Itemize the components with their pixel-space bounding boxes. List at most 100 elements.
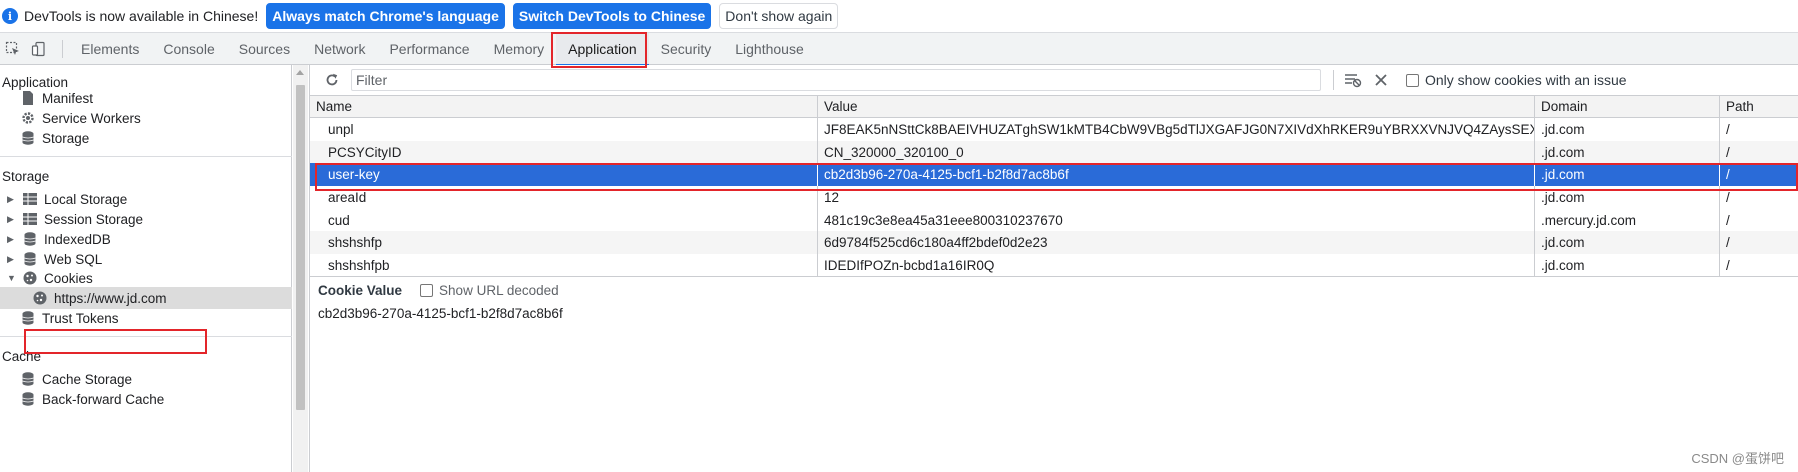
- sidebar-scrollbar[interactable]: [293, 65, 308, 472]
- sidebar-item-back-forward-cache[interactable]: Back-forward Cache: [20, 388, 164, 410]
- database-icon: [20, 371, 36, 387]
- sidebar-item-label: Storage: [42, 130, 90, 146]
- always-match-language-button[interactable]: Always match Chrome's language: [266, 3, 505, 29]
- sidebar-item-cookies[interactable]: ▼ Cookies: [7, 267, 93, 289]
- cookie-path: /: [1726, 121, 1730, 137]
- table-row-selected[interactable]: user-key cb2d3b96-270a-4125-bcf1-b2f8d7a…: [310, 163, 1798, 187]
- cookie-value: CN_320000_320100_0: [818, 140, 1535, 164]
- sidebar-item-manifest[interactable]: Manifest: [20, 87, 93, 109]
- refresh-icon[interactable]: [318, 66, 346, 94]
- table-divider: [310, 276, 1798, 277]
- database-icon: [20, 310, 36, 326]
- sidebar-item-cache-storage[interactable]: Cache Storage: [20, 368, 132, 390]
- cookie-value-header: Cookie Value Show URL decoded: [318, 283, 559, 298]
- table-row[interactable]: shshshfpb IDEDIfPOZn-bcbd1a16IR0Q .jd.co…: [310, 254, 1798, 277]
- cookie-value: JF8EAK5nNSttCk8BAEIVHUZATghSW1kMTB4CbW9V…: [818, 118, 1535, 141]
- show-url-decoded-checkbox[interactable]: [420, 284, 434, 297]
- cookie-icon: [32, 290, 48, 306]
- cookie-path: /: [1726, 144, 1730, 160]
- cookie-name: shshshfpb: [310, 254, 818, 277]
- sidebar-item-service-workers[interactable]: Service Workers: [20, 107, 141, 129]
- application-sidebar: Application Manifest Service Workers Sto…: [0, 65, 292, 472]
- column-header-name[interactable]: Name: [310, 96, 818, 117]
- database-icon: [20, 130, 36, 146]
- column-header-path[interactable]: Path: [1720, 96, 1798, 117]
- sidebar-item-label: Session Storage: [44, 211, 144, 227]
- sidebar-item-local-storage[interactable]: ▶ Local Storage: [7, 188, 127, 210]
- tab-elements[interactable]: Elements: [69, 33, 151, 65]
- only-issue-label: Only show cookies with an issue: [1425, 72, 1627, 88]
- cookie-path: /: [1726, 167, 1730, 183]
- show-url-decoded-label: Show URL decoded: [439, 283, 559, 298]
- tab-security[interactable]: Security: [649, 33, 724, 65]
- cookie-domain: .jd.com: [1535, 140, 1720, 164]
- table-row[interactable]: cud 481c19c3e8ea45a31eee800310237670 .me…: [310, 208, 1798, 232]
- cookie-value: 12: [818, 186, 1535, 209]
- database-icon: [20, 391, 36, 407]
- table-icon: [22, 211, 38, 227]
- filter-input[interactable]: [351, 69, 1321, 91]
- sidebar-item-cookie-origin[interactable]: https://www.jd.com: [32, 287, 167, 309]
- table-row[interactable]: shshshfp 6d9784f525cd6c180a4ff2bdef0d2e2…: [310, 231, 1798, 255]
- section-title-storage: Storage: [2, 169, 50, 184]
- expand-arrow-icon[interactable]: ▶: [7, 194, 17, 205]
- sidebar-item-label: Cache Storage: [42, 371, 133, 387]
- sidebar-item-indexeddb[interactable]: ▶ IndexedDB: [7, 228, 111, 250]
- cookie-domain: .jd.com: [1535, 163, 1720, 187]
- tab-sources[interactable]: Sources: [227, 33, 302, 65]
- section-title-cache: Cache: [2, 349, 42, 364]
- table-row[interactable]: PCSYCityID CN_320000_320100_0 .jd.com /: [310, 140, 1798, 164]
- cookie-path: /: [1726, 257, 1730, 273]
- dont-show-again-button[interactable]: Don't show again: [719, 3, 839, 29]
- switch-to-chinese-button[interactable]: Switch DevTools to Chinese: [512, 3, 712, 29]
- clear-filtered-cookies-icon[interactable]: [1342, 69, 1364, 91]
- cookie-name: shshshfp: [310, 231, 818, 255]
- cookie-name: unpl: [310, 118, 818, 141]
- sidebar-divider: [0, 336, 292, 337]
- database-icon: [22, 251, 38, 267]
- sidebar-item-session-storage[interactable]: ▶ Session Storage: [7, 208, 143, 230]
- sidebar-item-label: Manifest: [42, 90, 94, 106]
- inspect-element-icon[interactable]: [2, 38, 24, 60]
- table-row[interactable]: areaId 12 .jd.com /: [310, 186, 1798, 209]
- cookie-value: 6d9784f525cd6c180a4ff2bdef0d2e23: [818, 231, 1535, 255]
- infobar-message: DevTools is now available in Chinese!: [24, 8, 259, 24]
- tab-lighthouse[interactable]: Lighthouse: [723, 33, 816, 65]
- device-toolbar-icon[interactable]: [28, 38, 50, 60]
- tab-performance[interactable]: Performance: [377, 33, 481, 65]
- expand-arrow-icon[interactable]: ▶: [7, 254, 17, 265]
- sidebar-item-storage[interactable]: Storage: [20, 127, 89, 149]
- table-row[interactable]: unpl JF8EAK5nNSttCk8BAEIVHUZATghSW1kMTB4…: [310, 118, 1798, 141]
- cookie-value: 481c19c3e8ea45a31eee800310237670: [818, 208, 1535, 232]
- sidebar-item-label: Service Workers: [42, 110, 141, 126]
- expand-arrow-icon[interactable]: ▶: [7, 214, 17, 225]
- scroll-up-arrow-icon[interactable]: [296, 70, 304, 75]
- cookie-name: PCSYCityID: [310, 140, 818, 164]
- only-issue-checkbox[interactable]: [1406, 73, 1419, 87]
- column-header-domain[interactable]: Domain: [1535, 96, 1720, 117]
- devtools-tabbar: Elements Console Sources Network Perform…: [0, 32, 1798, 66]
- sidebar-item-label: Back-forward Cache: [42, 391, 165, 407]
- tab-console[interactable]: Console: [151, 33, 226, 65]
- sidebar-item-label: Trust Tokens: [42, 310, 119, 326]
- cookie-value: cb2d3b96-270a-4125-bcf1-b2f8d7ac8b6f: [818, 163, 1535, 187]
- column-header-value[interactable]: Value: [818, 96, 1535, 117]
- toolbar-divider: [1333, 70, 1334, 90]
- document-icon: [20, 90, 36, 106]
- tab-network[interactable]: Network: [302, 33, 377, 65]
- clear-all-cookies-icon[interactable]: [1370, 69, 1392, 91]
- tab-application[interactable]: Application: [556, 32, 649, 66]
- cookie-name: cud: [310, 208, 818, 232]
- cookie-domain: .jd.com: [1535, 231, 1720, 255]
- scrollbar-thumb[interactable]: [296, 85, 305, 410]
- language-infobar: i DevTools is now available in Chinese! …: [0, 0, 1798, 33]
- sidebar-item-trust-tokens[interactable]: Trust Tokens: [20, 307, 119, 329]
- cookie-domain: .jd.com: [1535, 118, 1720, 141]
- expand-arrow-icon[interactable]: ▶: [7, 234, 17, 245]
- collapse-arrow-icon[interactable]: ▼: [7, 273, 17, 283]
- cookie-name: user-key: [310, 163, 818, 187]
- cookies-toolbar: Only show cookies with an issue: [310, 65, 1798, 96]
- tab-memory[interactable]: Memory: [482, 33, 557, 65]
- cookie-value-text[interactable]: cb2d3b96-270a-4125-bcf1-b2f8d7ac8b6f: [318, 306, 563, 321]
- table-icon: [22, 191, 38, 207]
